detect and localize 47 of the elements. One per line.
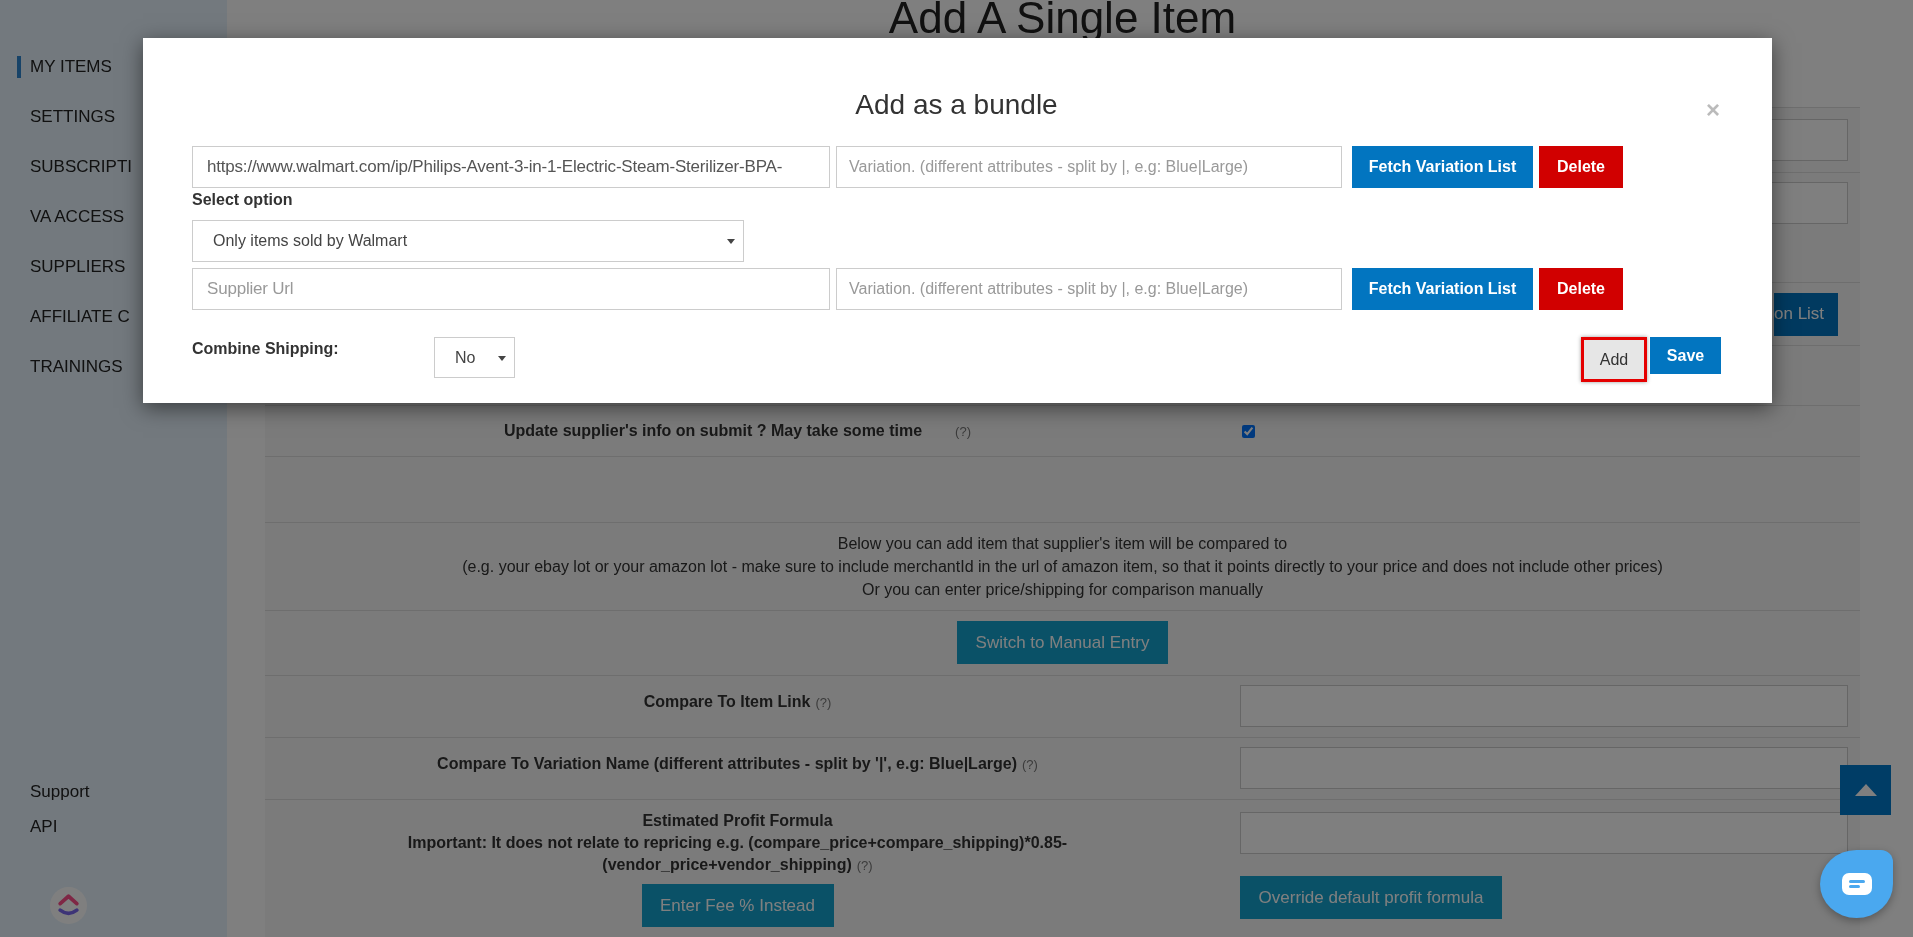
select-dropdown[interactable]: Only items sold by Walmart bbox=[192, 220, 744, 262]
chat-button[interactable] bbox=[1820, 850, 1893, 918]
caret-icon bbox=[498, 356, 506, 361]
field-label: Compare To Item Link bbox=[643, 692, 811, 711]
variation-field[interactable]: Variation. (different attributes - split by |, e.g: Blue|Large) bbox=[836, 268, 1342, 310]
url-field[interactable]: https://www.walmart.com/ip/Philips-Avent-3-in-1-Electric-Steam-Sterilizer-BPA- bbox=[192, 146, 830, 188]
checkbox[interactable] bbox=[1242, 424, 1255, 438]
help-link[interactable]: (?) bbox=[856, 858, 873, 874]
fetch-button[interactable]: Fetch Variation List bbox=[1352, 268, 1533, 310]
delete-button[interactable]: Delete bbox=[1539, 268, 1623, 310]
field-label: Combine Shipping: bbox=[192, 340, 340, 358]
help-link[interactable]: (?) bbox=[815, 694, 832, 710]
chat-icon bbox=[1841, 873, 1872, 895]
fetch-button[interactable]: Fetch Variation List bbox=[1352, 146, 1533, 188]
override-button[interactable]: Override default profit formula bbox=[1240, 876, 1502, 920]
fee-button[interactable]: Enter Fee % Instead bbox=[641, 884, 834, 928]
sidebar-link[interactable]: Support bbox=[30, 782, 227, 802]
caret-icon bbox=[727, 239, 735, 244]
logo-icon[interactable] bbox=[50, 887, 87, 924]
sidebar-link[interactable]: API bbox=[30, 817, 227, 837]
field-label: Compare To Variation Name (different attributes - split by '|', e.g: Blue|Large) bbox=[437, 754, 1017, 773]
switch-button[interactable]: Switch to Manual Entry bbox=[957, 621, 1168, 665]
input-field[interactable] bbox=[1240, 812, 1848, 855]
notice-text: (e.g. your ebay lot or your amazon lot - make sure to include merchantId in the url of amazon item, so that it points directly to your price and does not include other prices) bbox=[462, 557, 1663, 576]
notice-text: Below you can add item that supplier's item will be compared to bbox=[837, 534, 1288, 553]
input-field[interactable] bbox=[1240, 684, 1848, 727]
sidebar-item[interactable]: MY ITEMS bbox=[0, 56, 227, 106]
help-link[interactable]: (?) bbox=[955, 424, 971, 440]
variation-field[interactable]: Variation. (different attributes - split by |, e.g: Blue|Large) bbox=[836, 146, 1342, 188]
field-label: Select option bbox=[192, 190, 293, 210]
modal-button[interactable]: Add bbox=[1581, 337, 1647, 382]
modal-button[interactable]: Save bbox=[1650, 337, 1721, 374]
modal-title: Add as a bundle bbox=[855, 88, 1058, 122]
input-field[interactable] bbox=[1240, 746, 1848, 789]
field-note: Important: It does not relate to repricing e.g. (compare_price+compare_shipping)*0.85- bbox=[407, 834, 1068, 853]
field-note: (vendor_price+vendor_shipping) bbox=[602, 856, 852, 874]
delete-button[interactable]: Delete bbox=[1539, 146, 1623, 188]
field-label: Estimated Profit Formula bbox=[642, 812, 833, 831]
url-field[interactable]: Supplier Url bbox=[192, 268, 830, 310]
notice-text: Or you can enter price/shipping for comparison manually bbox=[861, 580, 1264, 599]
caret-up-icon bbox=[1854, 784, 1877, 796]
field-label: Update supplier's info on submit ? May take some time bbox=[504, 422, 923, 441]
select-dropdown[interactable]: No bbox=[434, 337, 515, 378]
fetch-button[interactable]: on List bbox=[1774, 292, 1838, 336]
help-link[interactable]: (?) bbox=[1022, 756, 1038, 772]
page-title: Add A Single Item bbox=[888, 0, 1237, 38]
scroll-top-button[interactable] bbox=[1840, 765, 1891, 815]
